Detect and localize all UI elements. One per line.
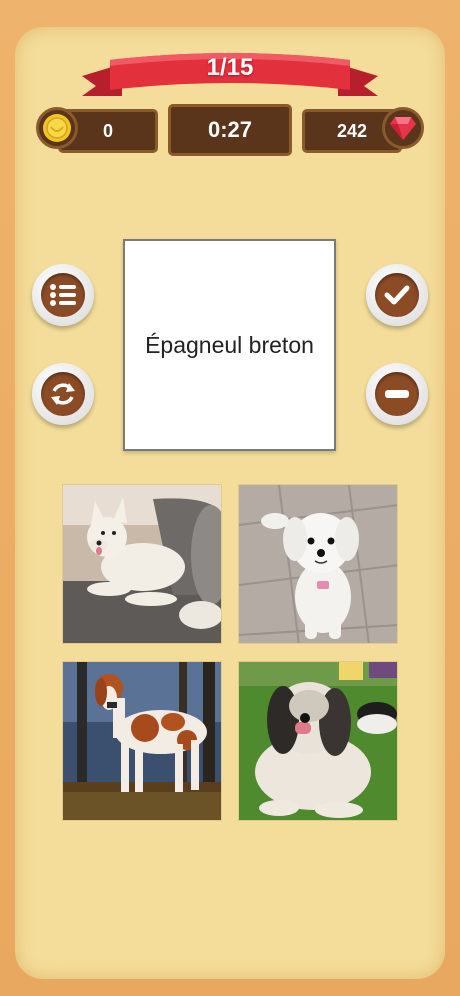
answer-photo-3[interactable] (62, 661, 222, 821)
coin-count: 0 (102, 120, 113, 141)
correct-button[interactable] (366, 264, 428, 326)
list-icon (50, 284, 76, 306)
answer-photo-2[interactable] (238, 484, 398, 644)
word-list-button[interactable] (32, 264, 94, 326)
gem-count: 242 (336, 120, 368, 141)
refresh-button[interactable] (32, 363, 94, 425)
answer-photo-1[interactable] (62, 484, 222, 644)
skip-button[interactable] (366, 363, 428, 425)
timer-display: 0:27 (168, 104, 292, 156)
coin-icon (36, 107, 78, 149)
gem-icon (382, 107, 424, 149)
timer-value: 0:27 (207, 117, 253, 142)
level-progress: 1/15 (206, 54, 254, 81)
check-icon (384, 285, 410, 305)
answer-photo-4[interactable] (238, 661, 398, 821)
word-card-text: Épagneul breton (145, 331, 314, 358)
minus-icon (385, 390, 409, 398)
refresh-icon (51, 383, 75, 405)
word-card: Épagneul breton (123, 239, 336, 451)
